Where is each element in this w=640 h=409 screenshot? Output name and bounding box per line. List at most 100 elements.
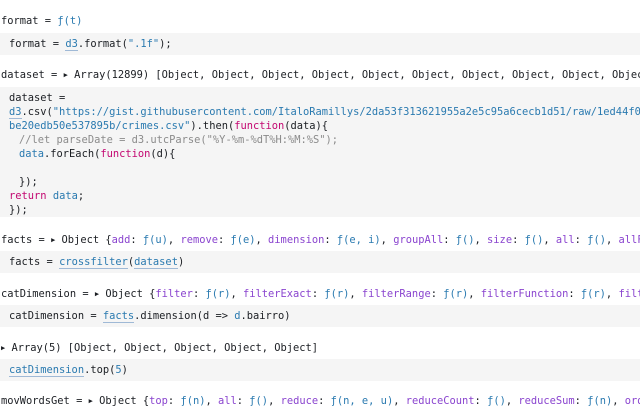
prop-function-value[interactable]: ƒ() — [249, 395, 268, 407]
dataset-ref[interactable]: dataset — [134, 256, 178, 269]
array-summary[interactable]: Array(12899) [Object, Object, Object, Ob… — [74, 69, 640, 81]
equals: = — [44, 69, 64, 81]
prop-colon: : — [217, 234, 231, 246]
cell-output-facts: facts = ▶ Object {add: ƒ(u), remove: ƒ(e… — [1, 233, 640, 248]
code-line: be20edb50e537895b/crimes.csv").then(func… — [9, 119, 328, 133]
code-text: .format( — [77, 38, 128, 50]
object-type[interactable]: Object { — [105, 288, 155, 300]
object-type[interactable]: Object { — [99, 395, 149, 407]
var-name: dataset — [1, 69, 45, 81]
object-props: top: ƒ(n), all: ƒ(), reduce: ƒ(n, e, u),… — [149, 395, 640, 407]
prop-key: allFiltered — [618, 234, 640, 246]
expand-triangle-icon[interactable]: ▶ — [95, 287, 99, 301]
prop-key: reduceCount — [405, 395, 475, 407]
code-line: dataset = — [9, 91, 65, 105]
var-name: movWordsGet — [1, 395, 70, 407]
code-text: .bairro) — [240, 310, 291, 322]
code-cell-dataset[interactable]: dataset = d3.csv("https://gist.githubuse… — [0, 87, 640, 217]
prop-function-value[interactable]: ƒ() — [587, 234, 606, 246]
cell-output-dataset: dataset = ▶ Array(12899) [Object, Object… — [1, 68, 640, 83]
string-literal: be20edb50e537895b/crimes.csv" — [9, 120, 191, 132]
equals: = — [69, 395, 89, 407]
prop-key: all — [555, 234, 575, 246]
prop-function-value[interactable]: ƒ(r) — [324, 288, 349, 300]
crossfilter-ref[interactable]: crossfilter — [59, 256, 128, 269]
prop-function-value[interactable]: ƒ(r) — [205, 288, 230, 300]
array-summary[interactable]: Array(5) [Object, Object, Object, Object… — [11, 342, 318, 354]
prop-separator: , — [349, 288, 362, 300]
prop-key: filterAll — [618, 288, 640, 300]
expand-triangle-icon[interactable]: ▶ — [64, 68, 68, 82]
prop-colon: : — [192, 288, 206, 300]
prop-key: filterFunction — [480, 288, 569, 300]
code-text: ); — [159, 38, 172, 50]
code-text: ; — [77, 190, 85, 202]
cell-output-movwordsget: movWordsGet = ▶ Object {top: ƒ(n), all: … — [1, 394, 640, 409]
code-text: .csv( — [21, 106, 53, 118]
prop-function-value[interactable]: ƒ(r) — [581, 288, 606, 300]
prop-separator: , — [505, 395, 519, 407]
prop-colon: : — [324, 234, 337, 246]
prop-colon: : — [512, 234, 525, 246]
expand-triangle-icon[interactable]: ▶ — [89, 394, 93, 408]
prop-colon: : — [574, 395, 588, 407]
prop-key: reduceSum — [518, 395, 575, 407]
equals: = — [40, 256, 60, 268]
prop-key: dimension — [268, 234, 325, 246]
expand-triangle-icon[interactable]: ▶ — [1, 341, 5, 355]
code-text: dataset = — [9, 92, 66, 104]
function-value[interactable]: ƒ(t) — [57, 15, 82, 27]
d3-ref[interactable]: d3 — [65, 38, 78, 51]
prop-key: filter — [155, 288, 193, 300]
prop-separator: , — [268, 395, 281, 407]
prop-colon: : — [311, 288, 325, 300]
prop-function-value[interactable]: ƒ(u) — [143, 234, 168, 246]
facts-ref[interactable]: facts — [102, 310, 135, 323]
prop-function-value[interactable]: ƒ(r) — [443, 288, 468, 300]
expand-triangle-icon[interactable]: ▶ — [51, 233, 55, 247]
equals: = — [32, 234, 52, 246]
code-line: data.forEach(function(d){ — [19, 147, 175, 161]
code-text: .top( — [84, 364, 116, 376]
prop-key: all — [217, 395, 237, 407]
equals: = — [76, 288, 95, 300]
prop-function-value[interactable]: ƒ() — [525, 234, 544, 246]
prop-function-value[interactable]: ƒ(e) — [231, 234, 256, 246]
prop-function-value[interactable]: ƒ(e, i) — [337, 234, 381, 246]
prop-key: groupAll — [393, 234, 444, 246]
data-ref: data — [19, 148, 45, 160]
prop-function-value[interactable]: ƒ(n, e, u) — [331, 395, 394, 407]
object-type[interactable]: Object { — [62, 234, 112, 246]
code-text: ) — [177, 256, 185, 268]
prop-function-value[interactable]: ƒ() — [456, 234, 475, 246]
code-text: ).then( — [190, 120, 235, 132]
assign-target: format — [9, 38, 47, 50]
keyword: function — [234, 120, 285, 132]
cell-output-top: ▶ Array(5) [Object, Object, Object, Obje… — [1, 341, 640, 356]
equals: = — [46, 38, 66, 50]
code-cell-format[interactable]: format = d3.format(".1f"); — [0, 33, 640, 55]
cell-output-format: format = ƒ(t) — [1, 14, 640, 28]
code-line: return data; — [9, 189, 84, 203]
object-props: add: ƒ(u), remove: ƒ(e), dimension: ƒ(e,… — [112, 234, 640, 246]
prop-separator: , — [468, 288, 481, 300]
string-literal: ".1f" — [127, 38, 160, 50]
prop-key: reduce — [280, 395, 319, 407]
prop-separator: , — [605, 234, 619, 246]
object-props: filter: ƒ(r), filterExact: ƒ(r), filterR… — [155, 288, 640, 300]
comment: //let parseDate = d3.utcParse("%Y-%m-%dT… — [19, 134, 339, 146]
d3-ref[interactable]: d3 — [9, 106, 22, 119]
prop-separator: , — [393, 395, 406, 407]
code-line: }); — [9, 203, 28, 217]
code-cell-catdimension[interactable]: catDimension = facts.dimension(d => d.ba… — [0, 305, 640, 327]
prop-key: size — [487, 234, 513, 246]
prop-function-value[interactable]: ƒ() — [487, 395, 506, 407]
prop-function-value[interactable]: ƒ(n) — [180, 395, 205, 407]
code-cell-top[interactable]: catDimension.top(5) — [0, 359, 640, 381]
prop-separator: , — [605, 288, 619, 300]
code-cell-facts[interactable]: facts = crossfilter(dataset) — [0, 251, 640, 273]
catdimension-ref[interactable]: catDimension — [9, 364, 85, 377]
code-text: }); — [19, 176, 38, 188]
prop-function-value[interactable]: ƒ(n) — [587, 395, 612, 407]
prop-colon: : — [474, 395, 488, 407]
